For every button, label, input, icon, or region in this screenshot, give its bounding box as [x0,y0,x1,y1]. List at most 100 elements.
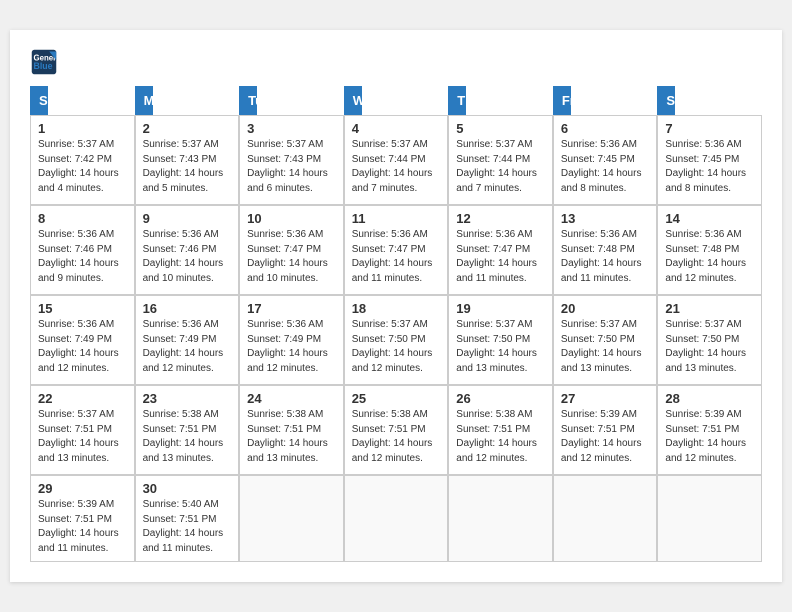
sunrise-label: Sunrise: 5:36 AM [456,229,532,240]
sunset-label: Sunset: 7:48 PM [561,244,635,255]
cell-number: 5 [456,121,545,136]
sunrise-label: Sunrise: 5:37 AM [352,319,428,330]
cell-info: Sunrise: 5:38 AM Sunset: 7:51 PM Daylight:… [456,408,545,466]
sunset-label: Sunset: 7:51 PM [38,424,112,435]
cell-info: Sunrise: 5:37 AMSunset: 7:44 PMDaylight:… [352,138,441,196]
cell-info: Sunrise: 5:38 AMSunset: 7:51 PMDaylight:… [352,408,441,466]
daylight-label: Daylight: 14 hours and 7 minutes. [456,168,537,194]
daylight-label: Daylight: 14 hours and 12 minutes. [561,438,642,464]
cell-info: Sunrise: 5:37 AMSunset: 7:42 PMDaylight:… [38,138,127,196]
empty-cell [344,475,449,562]
day-cell-6: 6Sunrise: 5:36 AMSunset: 7:45 PMDaylight… [553,115,658,205]
daylight-label: Daylight: 14 hours and 12 minutes. [456,438,537,464]
calendar-body: 1 Sunrise: 5:37 AMSunset: 7:42 PMDaylight… [30,115,762,562]
sunset-label: Sunset: 7:49 PM [38,334,112,345]
sunset-label: Sunset: 7:51 PM [456,424,530,435]
cell-number: 18 [352,301,441,316]
sunrise-label: Sunrise: 5:37 AM [38,409,114,420]
day-cell-3: 3Sunrise: 5:37 AMSunset: 7:43 PMDaylight… [239,115,344,205]
day-header-thursday: Thursday [448,86,466,115]
day-cell-28: 28Sunrise: 5:39 AMSunset: 7:51 PMDayligh… [657,385,762,475]
week-row-3: 15 Sunrise: 5:36 AM Sunset: 7:49 PM Dayligh… [30,295,762,385]
sunrise-label: Sunrise: 5:36 AM [665,229,741,240]
cell-info: Sunrise: 5:36 AM Sunset: 7:47 PM Daylight:… [247,228,336,286]
cell-number: 3 [247,121,336,136]
daylight-label: Daylight: 14 hours and 11 minutes. [456,258,537,284]
daylight-label: Daylight: 14 hours and 11 minutes. [143,528,224,554]
cell-number: 1 [38,121,127,136]
sunrise-label: Sunrise: 5:37 AM [456,319,532,330]
sunrise-label: Sunrise: 5:38 AM [352,409,428,420]
sunset-label: Sunset: 7:50 PM [352,334,426,345]
sunrise-label: Sunrise: 5:37 AM [247,139,323,150]
cell-info: Sunrise: 5:36 AMSunset: 7:46 PMDaylight:… [38,228,127,286]
cell-number: 26 [456,391,545,406]
sunset-label: Sunset: 7:51 PM [352,424,426,435]
day-cell-26: 26 Sunrise: 5:38 AM Sunset: 7:51 PM Dayligh… [448,385,553,475]
cell-info: Sunrise: 5:36 AMSunset: 7:46 PMDaylight:… [143,228,232,286]
cell-info: Sunrise: 5:40 AMSunset: 7:51 PMDaylight:… [143,498,232,556]
day-header-tuesday: Tuesday [239,86,257,115]
sunset-label: Sunset: 7:47 PM [247,244,321,255]
daylight-label: Daylight: 14 hours and 10 minutes. [247,258,328,284]
day-cell-22: 22Sunrise: 5:37 AMSunset: 7:51 PMDayligh… [30,385,135,475]
sunset-label: Sunset: 7:47 PM [352,244,426,255]
day-cell-30: 30 Sunrise: 5:40 AMSunset: 7:51 PMDayligh… [135,475,240,562]
sunset-label: Sunset: 7:50 PM [665,334,739,345]
cell-info: Sunrise: 5:38 AMSunset: 7:51 PMDaylight:… [247,408,336,466]
day-cell-16: 16Sunrise: 5:36 AMSunset: 7:49 PMDayligh… [135,295,240,385]
empty-cell [553,475,658,562]
daylight-label: Daylight: 14 hours and 13 minutes. [456,348,537,374]
daylight-label: Daylight: 14 hours and 13 minutes. [561,348,642,374]
cell-number: 29 [38,481,127,496]
logo-icon: General Blue [30,48,58,76]
cell-number: 24 [247,391,336,406]
sunset-label: Sunset: 7:47 PM [456,244,530,255]
day-header-wednesday: Wednesday [344,86,362,115]
sunset-label: Sunset: 7:49 PM [247,334,321,345]
day-header-sunday: Sunday [30,86,48,115]
daylight-label: Daylight: 14 hours and 13 minutes. [247,438,328,464]
daylight-label: Daylight: 14 hours and 12 minutes. [38,348,119,374]
cell-number: 25 [352,391,441,406]
sunset-label: Sunset: 7:51 PM [143,424,217,435]
cell-number: 12 [456,211,545,226]
sunrise-label: Sunrise: 5:37 AM [352,139,428,150]
day-headers: SundayMondayTuesdayWednesdayThursdayFrid… [30,86,762,115]
daylight-label: Daylight: 14 hours and 4 minutes. [38,168,119,194]
empty-cell [448,475,553,562]
daylight-label: Daylight: 14 hours and 13 minutes. [665,348,746,374]
cell-number: 14 [665,211,754,226]
sunrise-label: Sunrise: 5:38 AM [456,409,532,420]
day-cell-5: 5Sunrise: 5:37 AMSunset: 7:44 PMDaylight… [448,115,553,205]
daylight-label: Daylight: 14 hours and 12 minutes. [352,348,433,374]
daylight-label: Daylight: 14 hours and 12 minutes. [247,348,328,374]
cell-number: 6 [561,121,650,136]
sunset-label: Sunset: 7:49 PM [143,334,217,345]
day-cell-2: 2Sunrise: 5:37 AMSunset: 7:43 PMDaylight… [135,115,240,205]
daylight-label: Daylight: 14 hours and 6 minutes. [247,168,328,194]
calendar-header: General Blue [30,48,762,76]
cell-info: Sunrise: 5:36 AM Sunset: 7:49 PM Daylight:… [38,318,127,376]
week-row-5: 29Sunrise: 5:39 AMSunset: 7:51 PMDayligh… [30,475,762,562]
week-row-1: 1 Sunrise: 5:37 AMSunset: 7:42 PMDaylight… [30,115,762,205]
sunrise-label: Sunrise: 5:36 AM [247,319,323,330]
daylight-label: Daylight: 14 hours and 11 minutes. [38,528,119,554]
cell-number: 19 [456,301,545,316]
day-cell-11: 11Sunrise: 5:36 AMSunset: 7:47 PMDayligh… [344,205,449,295]
cell-number: 27 [561,391,650,406]
day-cell-9: 9Sunrise: 5:36 AMSunset: 7:46 PMDaylight… [135,205,240,295]
cell-number: 30 [143,481,232,496]
sunrise-label: Sunrise: 5:37 AM [456,139,532,150]
cell-number: 15 [38,301,127,316]
cell-info: Sunrise: 5:36 AM Sunset: 7:49 PM Daylight:… [247,318,336,376]
day-cell-19: 19Sunrise: 5:37 AMSunset: 7:50 PMDayligh… [448,295,553,385]
sunrise-label: Sunrise: 5:39 AM [665,409,741,420]
sunrise-label: Sunrise: 5:39 AM [38,499,114,510]
sunrise-label: Sunrise: 5:37 AM [143,139,219,150]
cell-number: 23 [143,391,232,406]
sunrise-label: Sunrise: 5:36 AM [247,229,323,240]
day-cell-13: 13Sunrise: 5:36 AMSunset: 7:48 PMDayligh… [553,205,658,295]
sunrise-label: Sunrise: 5:36 AM [38,319,114,330]
day-header-friday: Friday [553,86,571,115]
